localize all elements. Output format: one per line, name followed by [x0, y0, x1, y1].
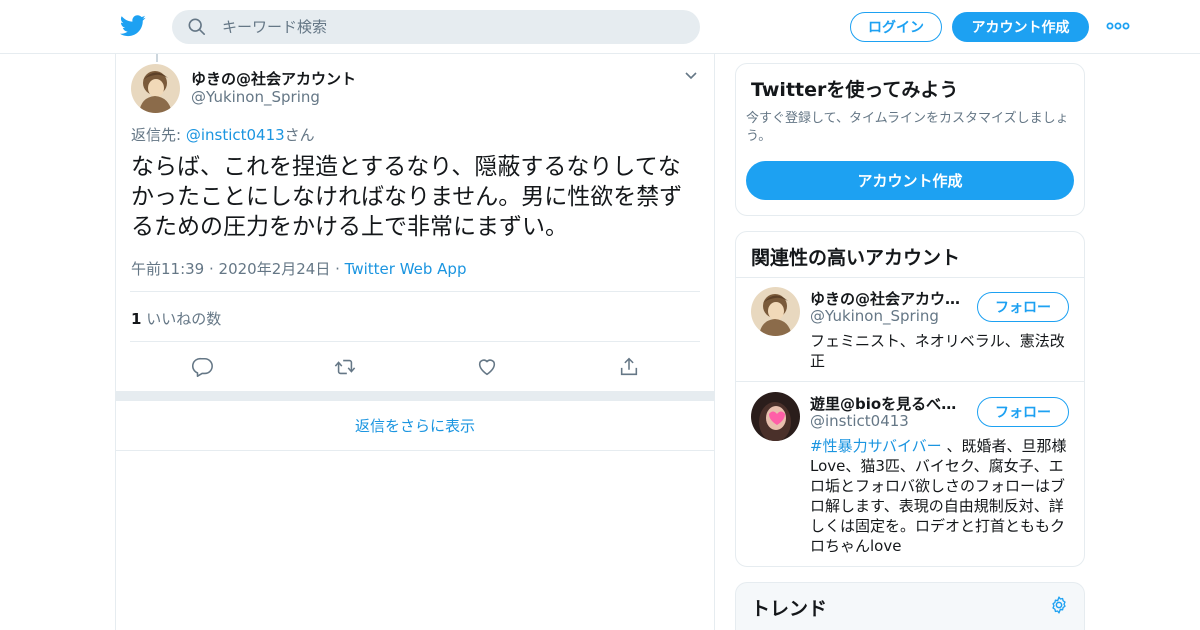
- tweet-column: ゆきの@社会アカウント @Yukinon_Spring 返信先: @instic…: [115, 54, 715, 630]
- account-name[interactable]: ゆきの@社会アカウ…: [810, 288, 970, 309]
- like-count-row[interactable]: 1 いいねの数: [131, 308, 221, 329]
- avatar-illustration-icon: [751, 287, 800, 336]
- thread-connector-line: [156, 54, 158, 62]
- search-box[interactable]: [172, 10, 700, 44]
- divider: [736, 381, 1084, 382]
- show-more-replies-link[interactable]: 返信をさらに表示: [116, 401, 714, 451]
- account-handle[interactable]: @instict0413: [810, 412, 909, 430]
- signup-card-title: Twitterを使ってみよう: [751, 79, 959, 101]
- tweet-author-handle[interactable]: @Yukinon_Spring: [191, 88, 320, 106]
- reply-to-line: 返信先: @instict0413さん: [131, 124, 315, 145]
- account-bio: フェミニスト、ネオリベラル、憲法改正: [810, 332, 1065, 370]
- meta-separator: ·: [330, 260, 345, 278]
- search-input[interactable]: [222, 10, 682, 44]
- account-bio: #性暴力サバイバー 、既婚者、旦那様Love、猫3匹、バイセク、腐女子、エロ垢と…: [810, 436, 1072, 556]
- login-button[interactable]: ログイン: [850, 12, 942, 42]
- reply-to-handle-link[interactable]: @instict0413: [186, 126, 285, 144]
- divider: [736, 277, 1084, 278]
- avatar-illustration-icon: [131, 64, 180, 113]
- follow-button[interactable]: フォロー: [977, 292, 1069, 322]
- tweet-timestamp[interactable]: 午前11:39 · 2020年2月24日: [131, 260, 330, 278]
- gear-icon[interactable]: [1049, 595, 1069, 615]
- share-icon[interactable]: [618, 356, 640, 378]
- tweet-meta: 午前11:39 · 2020年2月24日 · Twitter Web App: [131, 258, 466, 279]
- account-avatar[interactable]: [751, 287, 800, 336]
- tweet-source-link[interactable]: Twitter Web App: [345, 260, 467, 278]
- signup-card: Twitterを使ってみよう 今すぐ登録して、タイムラインをカスタマイズしましょ…: [735, 63, 1085, 216]
- related-accounts-title: 関連性の高いアカウント: [751, 247, 961, 269]
- chevron-down-icon[interactable]: [684, 70, 698, 80]
- avatar-photo-icon: [751, 392, 800, 441]
- hashtag-link[interactable]: #性暴力サバイバー: [810, 437, 942, 455]
- divider: [130, 291, 700, 292]
- trends-card: トレンド: [735, 582, 1085, 630]
- account-avatar[interactable]: [751, 392, 800, 441]
- reply-prefix: 返信先:: [131, 126, 186, 144]
- author-avatar[interactable]: [131, 64, 180, 113]
- reply-icon[interactable]: [192, 356, 214, 378]
- like-count: 1: [131, 310, 142, 328]
- signup-card-button[interactable]: アカウント作成: [746, 161, 1074, 200]
- top-navigation-bar: ログイン アカウント作成: [0, 0, 1200, 54]
- trends-title: トレンド: [751, 598, 828, 620]
- more-options-icon[interactable]: [1106, 20, 1130, 32]
- related-accounts-card: 関連性の高いアカウント ゆきの@社会アカウ… @Yukinon_Spring フ…: [735, 231, 1085, 567]
- like-heart-icon[interactable]: [476, 356, 498, 378]
- divider: [130, 341, 700, 342]
- search-icon: [188, 18, 206, 36]
- tweet-text: ならば、これを捏造とするなり、隠蔽するなりしてなかったことにしなければなりません…: [131, 154, 683, 240]
- follow-button[interactable]: フォロー: [977, 397, 1069, 427]
- account-name[interactable]: 遊里@bioを見るべし！: [810, 393, 970, 414]
- tweet-author-name[interactable]: ゆきの@社会アカウント: [191, 68, 356, 89]
- signup-card-description: 今すぐ登録して、タイムラインをカスタマイズしましょう。: [746, 111, 1069, 144]
- account-handle[interactable]: @Yukinon_Spring: [810, 307, 939, 325]
- like-label: いいねの数: [141, 310, 222, 328]
- signup-button[interactable]: アカウント作成: [952, 12, 1089, 42]
- section-gap: [116, 391, 714, 401]
- reply-suffix: さん: [284, 126, 315, 144]
- retweet-icon[interactable]: [334, 356, 356, 378]
- twitter-bird-logo-icon[interactable]: [120, 14, 146, 38]
